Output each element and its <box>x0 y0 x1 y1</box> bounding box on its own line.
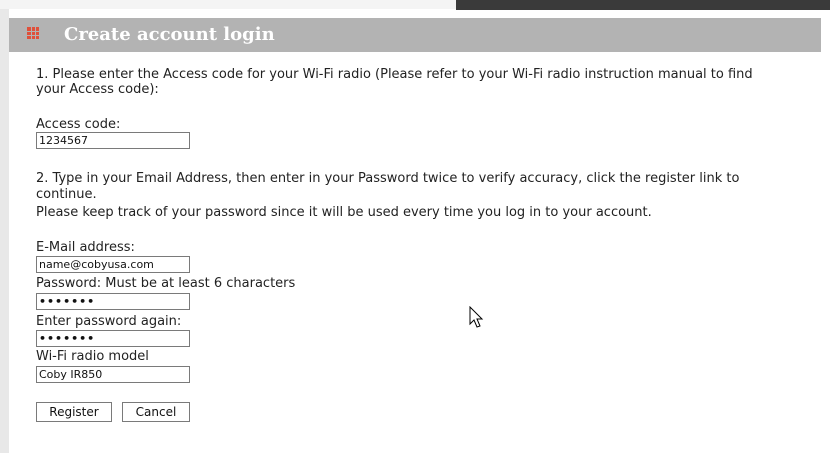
password-input[interactable]: ••••••• <box>36 293 190 310</box>
step2-line3: Please keep track of your password since… <box>36 205 652 220</box>
step2-line2: continue. <box>36 187 97 202</box>
step2-line1: 2. Type in your Email Address, then ente… <box>36 171 740 186</box>
cancel-button[interactable]: Cancel <box>122 402 190 422</box>
password-label: Password: Must be at least 6 characters <box>36 276 296 291</box>
step1-line1: 1. Please enter the Access code for your… <box>36 67 753 82</box>
email-input[interactable]: name@cobyusa.com <box>36 256 190 273</box>
email-label: E-Mail address: <box>36 240 135 255</box>
model-label: Wi-Fi radio model <box>36 349 149 364</box>
register-button[interactable]: Register <box>36 402 112 422</box>
page-title: Create account login <box>64 24 275 45</box>
access-code-input[interactable]: 1234567 <box>36 132 190 149</box>
access-code-label: Access code: <box>36 117 121 132</box>
mouse-pointer-icon <box>469 306 484 328</box>
grid-icon <box>27 27 39 39</box>
step1-line2: your Access code): <box>36 82 159 97</box>
password-again-input[interactable]: ••••••• <box>36 330 190 347</box>
top-dark-banner <box>456 0 830 10</box>
page-header: Create account login <box>9 18 821 52</box>
left-border <box>0 9 9 453</box>
password-again-label: Enter password again: <box>36 314 182 329</box>
model-input[interactable]: Coby IR850 <box>36 366 190 383</box>
